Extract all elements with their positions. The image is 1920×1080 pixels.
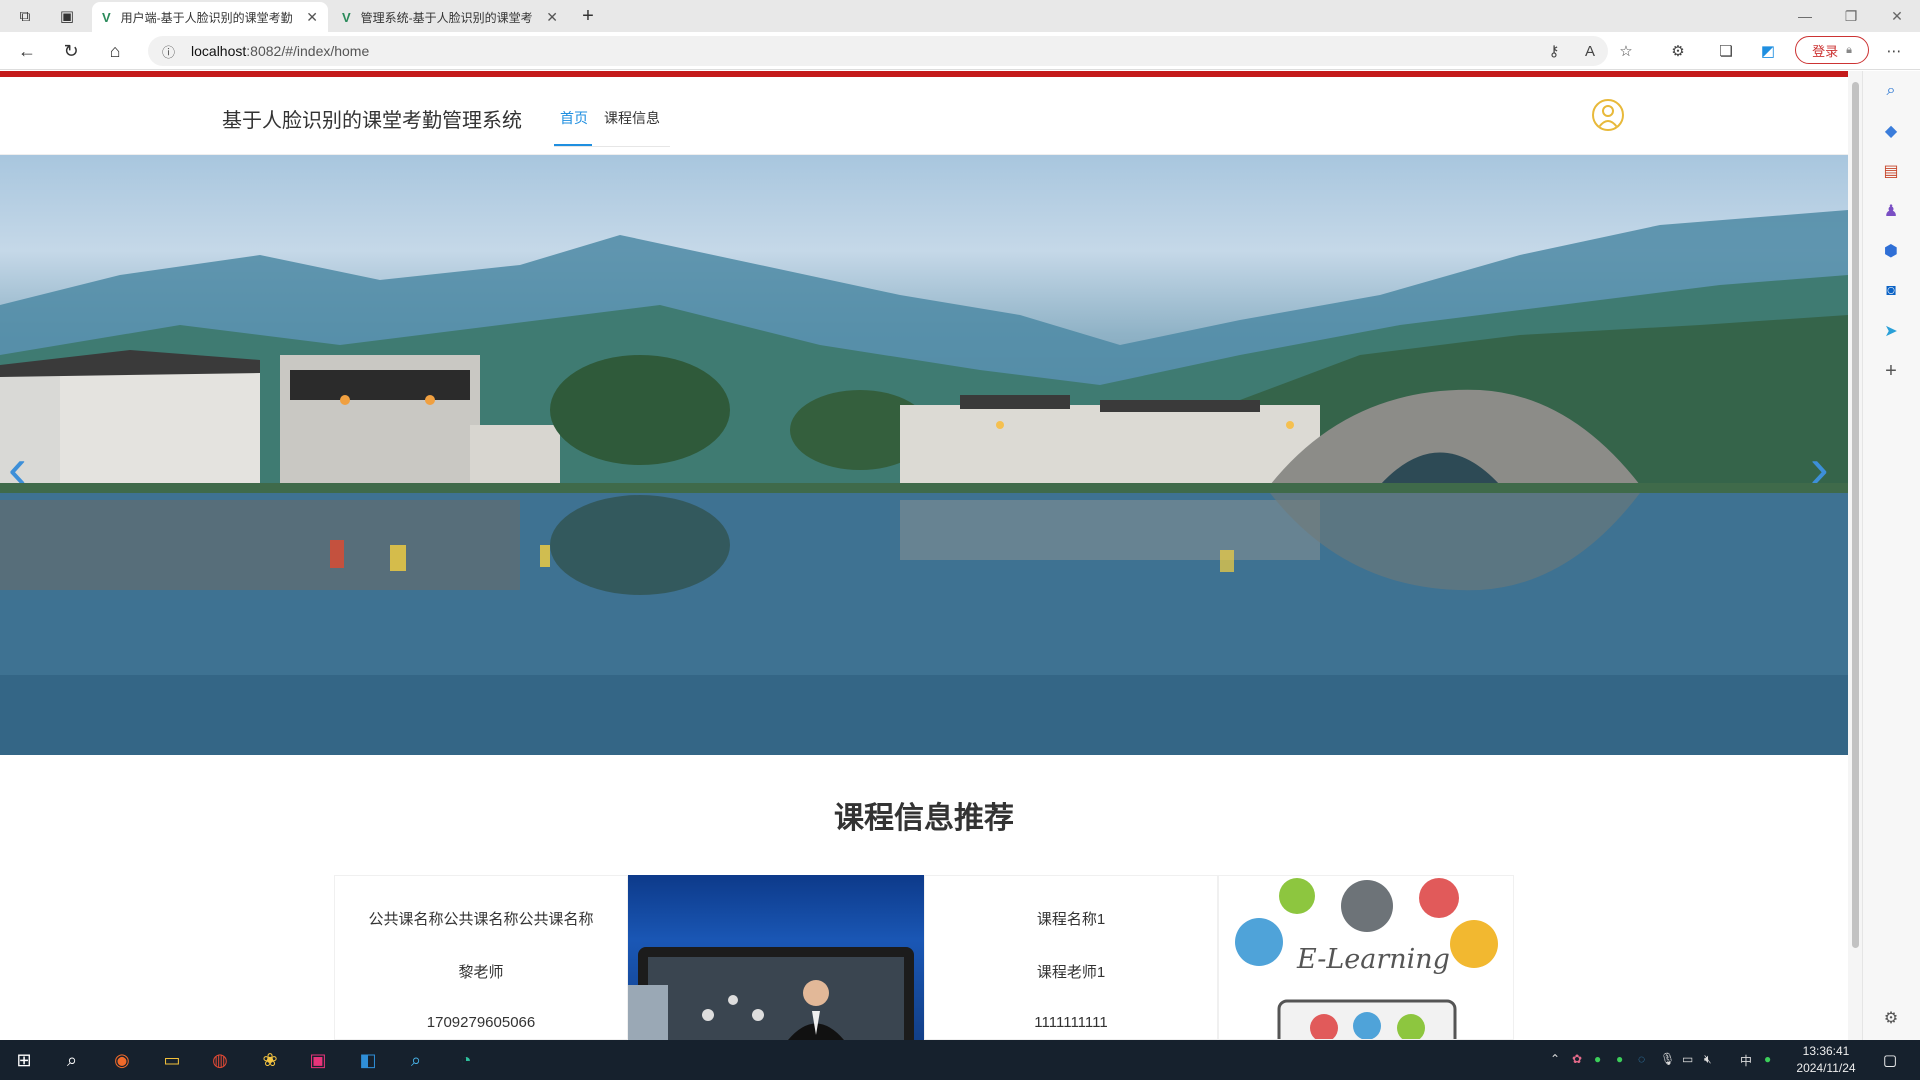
wechat-icon[interactable]: ● (1594, 1052, 1601, 1066)
workspaces-icon[interactable]: ⧉ (10, 1, 40, 31)
copilot-icon[interactable]: ◩ (1754, 37, 1782, 65)
teacher-photo (628, 947, 914, 1040)
tab-title: 管理系统-基于人脸识别的课堂考 (360, 10, 533, 25)
vue-logo-icon: V (342, 9, 351, 25)
app-search-icon[interactable]: ⌕ (400, 1044, 432, 1076)
login-button[interactable]: 登录 🔒︎ (1795, 36, 1869, 64)
wechat-icon[interactable]: ● (1616, 1052, 1623, 1066)
carousel-prev-icon[interactable]: ‹ (8, 435, 27, 500)
banner-landscape-image (0, 210, 1848, 755)
volume-muted-icon[interactable]: 🔇︎ (1704, 1052, 1712, 1067)
webstorm-icon[interactable]: ◧ (352, 1044, 384, 1076)
nav-course-info[interactable]: 课程信息 (604, 108, 660, 128)
clock-time: 13:36:41 (1802, 1044, 1850, 1058)
taskbar-search-icon[interactable]: ⌕ (56, 1044, 88, 1076)
sidebar-settings-icon[interactable]: ⚙ (1878, 1005, 1904, 1031)
elearning-text: E-Learning (1297, 944, 1450, 975)
home-icon[interactable]: ⌂ (100, 36, 130, 66)
url-host: localhost (191, 43, 247, 59)
url-path: :8082/#/index/home (246, 43, 370, 59)
microsoft365-icon[interactable]: ⬢ (1878, 238, 1904, 264)
site-title: 基于人脸识别的课堂考勤管理系统 (222, 110, 522, 132)
favorites-icon[interactable]: ☆ (1612, 37, 1640, 65)
section-title: 课程信息推荐 (834, 802, 1014, 835)
course-teacher: 课程老师1 (1036, 964, 1106, 981)
outlook-icon[interactable]: ◙ (1878, 278, 1904, 304)
collections-icon[interactable]: ❏ (1712, 37, 1740, 65)
lock-icon: 🔒︎ (1846, 43, 1852, 56)
search-icon[interactable]: ⌕ (1878, 78, 1904, 104)
shopping-tag-icon[interactable]: ◆ (1878, 118, 1904, 144)
banner-carousel[interactable] (0, 155, 1848, 755)
course-teacher: 黎老师 (458, 964, 504, 981)
intellij-icon[interactable]: ▣ (302, 1044, 334, 1076)
tray-network-app-icon[interactable]: ◌ (1638, 1052, 1645, 1066)
new-tab-icon[interactable]: + (573, 1, 603, 31)
site-info-icon[interactable]: ⓘ (162, 42, 175, 61)
tab-title: 用户端-基于人脸识别的课堂考勤 (120, 10, 293, 25)
carousel-next-icon[interactable]: › (1810, 435, 1829, 500)
tab-admin-system[interactable]: V 管理系统-基于人脸识别的课堂考 ✕ (332, 2, 568, 32)
scrollbar-thumb[interactable] (1852, 82, 1859, 948)
course-phone: 1111111111 (1034, 1014, 1108, 1031)
games-icon[interactable]: ♟ (1878, 198, 1904, 224)
course-image-elearning[interactable]: E-Learning (1218, 875, 1514, 1040)
file-explorer-icon[interactable]: ▭ (156, 1044, 188, 1076)
nav-home[interactable]: 首页 (560, 108, 588, 128)
user-avatar-icon[interactable] (1592, 99, 1624, 131)
minimize-icon[interactable]: — (1782, 0, 1828, 32)
tray-chevron-icon[interactable]: ⌃ (1550, 1052, 1560, 1066)
network-icon[interactable]: ▭ (1682, 1052, 1693, 1066)
course-name: 课程名称1 (1036, 911, 1106, 928)
nav-divider (554, 146, 670, 147)
tab-actions-icon[interactable]: ▣ (52, 1, 82, 31)
microphone-icon[interactable]: 🎙︎ (1660, 1052, 1675, 1066)
login-label: 登录 (1812, 43, 1839, 59)
tray-green-icon[interactable]: ● (1764, 1052, 1771, 1066)
close-window-icon[interactable]: ✕ (1874, 0, 1920, 32)
url-bar[interactable]: ⓘ localhost:8082/#/index/home (148, 36, 1608, 66)
app-paw-icon[interactable]: ❀ (254, 1044, 286, 1076)
restore-icon[interactable]: ❐ (1828, 0, 1874, 32)
tray-app-icon[interactable]: ✿ (1572, 1052, 1582, 1066)
ime-indicator[interactable]: 中 (1740, 1052, 1752, 1069)
key-icon[interactable]: ⚷ (1540, 37, 1568, 65)
search-app-icon[interactable]: ◉ (106, 1044, 138, 1076)
tab-user-portal[interactable]: V 用户端-基于人脸识别的课堂考勤 ✕ (92, 2, 328, 32)
nav-active-indicator (554, 144, 592, 146)
close-tab-icon[interactable]: ✕ (306, 9, 318, 26)
read-aloud-icon[interactable]: A (1576, 37, 1604, 65)
taskbar-clock[interactable]: 13:36:41 2024/11/24 (1796, 1043, 1856, 1077)
course-card[interactable]: 课程名称1 课程老师1 1111111111 (924, 875, 1218, 1040)
back-icon[interactable]: ← (12, 36, 42, 66)
clock-date: 2024/11/24 (1796, 1061, 1856, 1075)
close-tab-icon[interactable]: ✕ (546, 9, 558, 26)
course-phone: 1709279605066 (426, 1014, 536, 1031)
edge-icon[interactable]: ◔ (450, 1044, 482, 1076)
add-sidebar-icon[interactable]: + (1878, 358, 1904, 384)
chrome-icon[interactable]: ◍ (204, 1044, 236, 1076)
drop-icon[interactable]: ➤ (1878, 318, 1904, 344)
vue-logo-icon: V (102, 9, 111, 25)
extensions-icon[interactable]: ⚙ (1664, 37, 1692, 65)
refresh-icon[interactable]: ↻ (56, 36, 86, 66)
windows-taskbar (0, 1040, 1920, 1080)
toolbox-icon[interactable]: ▤ (1878, 158, 1904, 184)
course-image-teacher[interactable] (628, 875, 924, 1040)
course-name: 公共课名称公共课名称公共课名称 (368, 911, 594, 928)
course-card[interactable]: 公共课名称公共课名称公共课名称 黎老师 1709279605066 (334, 875, 628, 1040)
notification-center-icon[interactable]: ▢ (1874, 1044, 1906, 1076)
more-menu-icon[interactable]: ⋯ (1880, 37, 1908, 65)
windows-start-icon[interactable]: ⊞ (8, 1044, 40, 1076)
